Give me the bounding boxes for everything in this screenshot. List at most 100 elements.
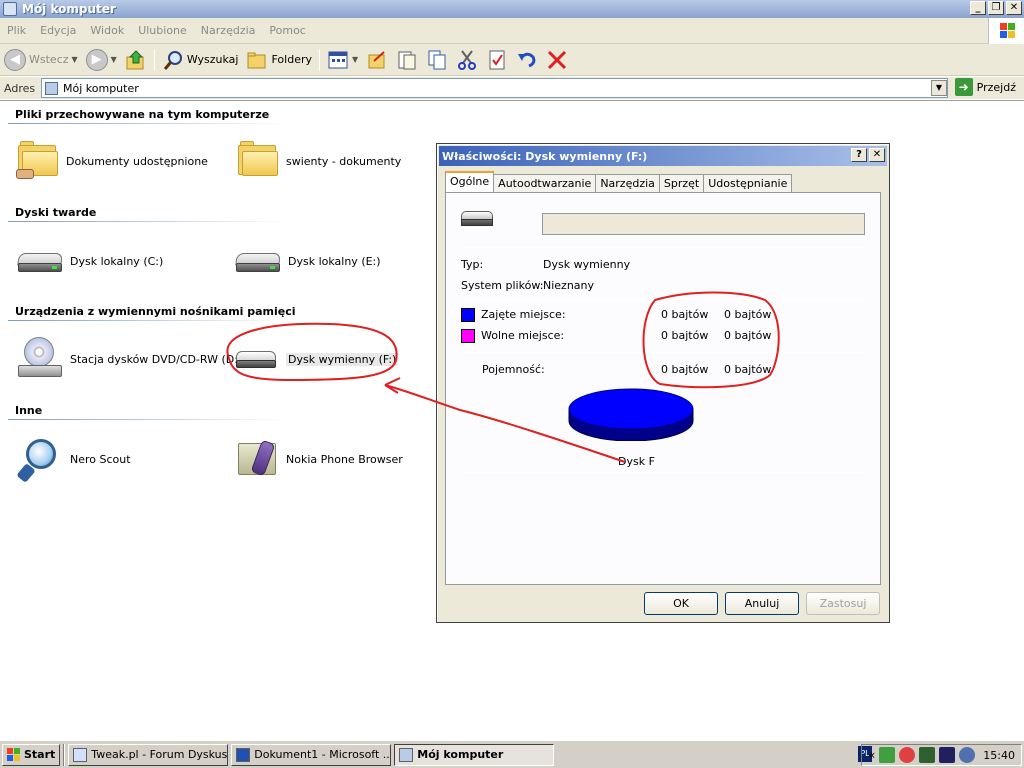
views-button[interactable]: ▼ [323, 47, 362, 73]
item-drive-c[interactable]: Dysk lokalny (C:) [16, 241, 163, 281]
task-label: Tweak.pl - Forum Dyskus... [91, 748, 229, 761]
tab-autoplay[interactable]: Autoodtwarzanie [493, 174, 597, 192]
back-button[interactable]: ◀ Wstecz ▼ [0, 47, 82, 73]
start-label: Start [24, 748, 56, 761]
free-space-size: 0 bajtów [724, 329, 772, 342]
taskbar-item-my-computer[interactable]: Mój komputer [394, 743, 555, 766]
address-label: Adres [4, 81, 36, 95]
chevron-down-icon[interactable]: ▼ [111, 55, 117, 64]
item-user-documents[interactable]: swienty - dokumenty [236, 141, 401, 181]
toolbar: ◀ Wstecz ▼ ▶ ▼ Wyszukaj Foldery ▼ [0, 44, 1024, 76]
item-dvd-drive[interactable]: Stacja dysków DVD/CD-RW (D:) [16, 337, 242, 381]
windows-flag-icon [7, 747, 21, 762]
tray-app-icon[interactable] [939, 747, 956, 763]
phone-folder-icon [236, 437, 280, 481]
up-folder-button[interactable] [121, 47, 151, 73]
disk-pie-chart [568, 388, 694, 441]
properties-icon [489, 50, 505, 69]
item-shared-documents[interactable]: Dokumenty udostępnione [16, 141, 208, 181]
back-label: Wstecz [29, 53, 69, 66]
search-button[interactable]: Wyszukaj [158, 47, 243, 73]
move-to-icon [368, 50, 385, 68]
item-removable-f[interactable]: Dysk wymienny (F:) [232, 339, 399, 379]
scissors-icon [458, 49, 477, 70]
menu-edit[interactable]: Edycja [33, 24, 83, 37]
item-nokia-phone-browser[interactable]: Nokia Phone Browser [236, 437, 403, 481]
folders-button[interactable]: Foldery [242, 47, 316, 73]
dialog-title: Właściwości: Dysk wymienny (F:) [442, 149, 648, 163]
drive-name-input[interactable] [542, 213, 865, 235]
taskbar: Start Tweak.pl - Forum Dyskus... Dokumen… [0, 740, 1024, 768]
network-icon[interactable] [879, 747, 896, 763]
used-space-label: Zajęte miejsce: [481, 308, 566, 321]
menu-tools[interactable]: Narzędzia [194, 24, 263, 37]
item-label: Nero Scout [70, 452, 131, 466]
group-header-files: Pliki przechowywane na tym komputerze [15, 108, 270, 121]
minimize-button[interactable]: _ [970, 1, 986, 15]
item-nero-scout[interactable]: Nero Scout [16, 437, 131, 483]
item-label: Dysk lokalny (E:) [288, 254, 381, 268]
chevron-down-icon[interactable]: ▼ [352, 55, 358, 64]
chevron-down-icon[interactable]: ▼ [931, 80, 947, 96]
apply-button[interactable]: Zastosuj [806, 592, 880, 615]
gear-icon[interactable] [899, 747, 916, 763]
restore-button[interactable]: ❐ [988, 1, 1004, 15]
close-button[interactable]: ✕ [1006, 1, 1022, 15]
item-drive-e[interactable]: Dysk lokalny (E:) [234, 241, 381, 281]
delete-button[interactable] [542, 47, 572, 73]
start-button[interactable]: Start [2, 743, 61, 766]
properties-button[interactable] [482, 47, 512, 73]
type-value: Dysk wymienny [543, 258, 631, 271]
copy-icon [428, 50, 446, 69]
tray-app-icon[interactable] [919, 747, 936, 763]
used-space-size: 0 bajtów [724, 308, 772, 321]
window-title: Mój komputer [22, 2, 116, 16]
chevron-down-icon[interactable]: ▼ [72, 55, 78, 64]
item-label: Dokumenty udostępnione [66, 154, 208, 168]
computer-icon [3, 2, 17, 16]
forward-button[interactable]: ▶ ▼ [82, 47, 121, 73]
ok-button[interactable]: OK [644, 592, 718, 615]
magnifier-icon [16, 437, 64, 483]
disk-label: Dysk F [618, 455, 655, 468]
group-header-other: Inne [15, 404, 43, 417]
hard-drive-icon [234, 241, 282, 281]
taskbar-item-forum[interactable]: Tweak.pl - Forum Dyskus... [68, 743, 229, 766]
type-label: Typ: [461, 258, 484, 271]
taskbar-item-word[interactable]: Dokument1 - Microsoft ... [231, 743, 392, 766]
free-space-label: Wolne miejsce: [481, 329, 565, 342]
cancel-button[interactable]: Anuluj [725, 592, 799, 615]
system-tray: « 15:40 [860, 744, 1022, 766]
tab-tools[interactable]: Narzędzia [595, 174, 660, 192]
dialog-close-button[interactable]: ✕ [869, 148, 885, 162]
tab-general[interactable]: Ogólne [445, 171, 495, 192]
go-button[interactable]: ➜ Przejdź [954, 78, 1016, 96]
tab-panel-general: Typ: Dysk wymienny System plików: Niezna… [445, 192, 881, 585]
tab-hardware[interactable]: Sprzęt [658, 174, 705, 192]
cut-button[interactable] [452, 47, 482, 73]
hard-drive-icon [16, 241, 64, 281]
menu-favorites[interactable]: Ulubione [131, 24, 194, 37]
tray-app-icon[interactable] [959, 747, 976, 763]
dialog-titlebar[interactable]: Właściwości: Dysk wymienny (F:) ? ✕ [439, 146, 887, 166]
window-titlebar[interactable]: Mój komputer _ ❐ ✕ [0, 0, 1024, 18]
free-space-bytes: 0 bajtów [661, 329, 709, 342]
address-input[interactable]: Mój komputer ▼ [41, 78, 948, 98]
group-header-hard-disks: Dyski twarde [15, 206, 97, 219]
help-button[interactable]: ? [851, 148, 867, 162]
menu-view[interactable]: Widok [83, 24, 131, 37]
tab-sharing[interactable]: Udostępnianie [703, 174, 793, 192]
task-label: Dokument1 - Microsoft ... [254, 748, 392, 761]
tray-expand-icon[interactable]: « [868, 748, 875, 762]
shared-folder-icon [16, 141, 60, 181]
menu-file[interactable]: Plik [0, 24, 33, 37]
used-space-bytes: 0 bajtów [661, 308, 709, 321]
menu-help[interactable]: Pomoc [262, 24, 312, 37]
copy-button[interactable] [422, 47, 452, 73]
computer-icon [45, 81, 58, 95]
item-label: Stacja dysków DVD/CD-RW (D:) [70, 352, 243, 366]
copy-to-button[interactable] [392, 47, 422, 73]
undo-button[interactable] [512, 47, 542, 73]
move-to-button[interactable] [362, 47, 392, 73]
item-label: Dysk wymienny (F:) [286, 352, 399, 366]
